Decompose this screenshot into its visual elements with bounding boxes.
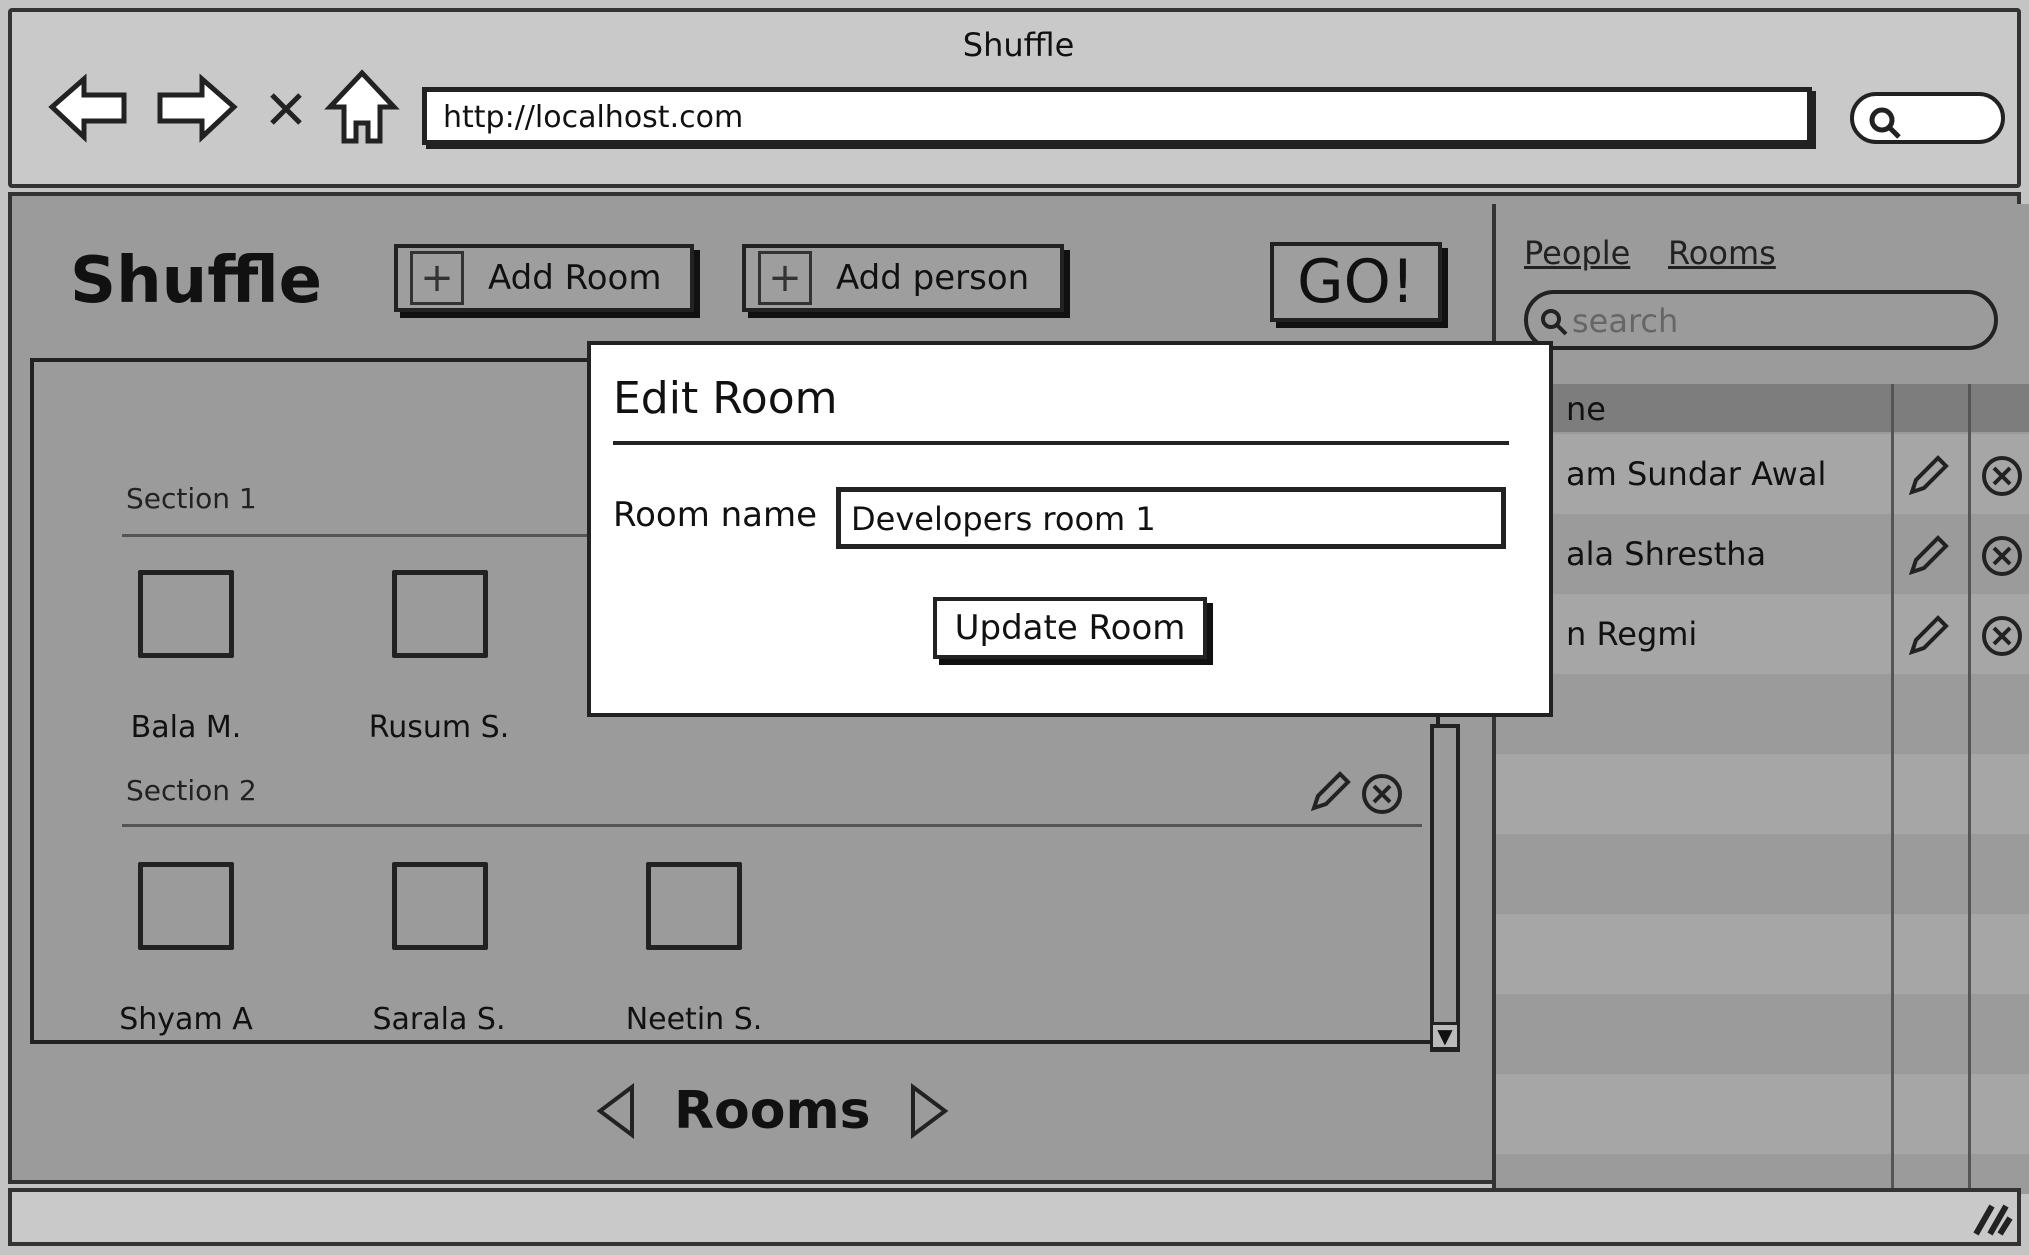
prev-arrow-icon[interactable] xyxy=(592,1081,640,1141)
empty-row xyxy=(1496,754,2029,834)
pencil-icon[interactable] xyxy=(1306,768,1354,816)
person-name-cell: n Regmi xyxy=(1566,615,1698,653)
delete-icon[interactable] xyxy=(1980,454,2024,498)
add-person-label: Add person xyxy=(836,258,1030,298)
pencil-icon[interactable] xyxy=(1904,452,1950,498)
update-room-button[interactable]: Update Room xyxy=(933,597,1207,659)
dialog-title: Edit Room xyxy=(613,373,838,424)
plus-icon: + xyxy=(410,251,464,305)
room-name-label: Room name xyxy=(613,495,818,535)
person-name: Bala M. xyxy=(130,710,242,745)
search-placeholder: search xyxy=(1572,302,1679,340)
url-bar[interactable]: http://localhost.com xyxy=(422,87,1812,145)
add-person-button[interactable]: + Add person xyxy=(742,244,1064,312)
empty-row xyxy=(1496,914,2029,994)
tab-rooms[interactable]: Rooms xyxy=(1668,234,1776,272)
next-arrow-icon[interactable] xyxy=(905,1081,953,1141)
column-header-name: ne xyxy=(1566,390,1606,428)
add-room-button[interactable]: + Add Room xyxy=(394,244,694,312)
table-header: ne xyxy=(1496,384,2029,432)
forward-arrow-icon[interactable] xyxy=(152,67,242,147)
person-card[interactable] xyxy=(646,862,742,950)
search-icon xyxy=(1869,107,1901,139)
person-name: Rusum S. xyxy=(368,710,510,745)
browser-chrome: Shuffle http://localhost.com xyxy=(8,8,2021,188)
window-title: Shuffle xyxy=(962,26,1075,64)
person-name: Sarala S. xyxy=(372,1002,506,1037)
search-icon xyxy=(1541,309,1568,336)
scrollbar[interactable] xyxy=(1430,724,1460,1052)
person-name-cell: ala Shrestha xyxy=(1566,535,1767,573)
delete-icon[interactable] xyxy=(1980,614,2024,658)
resize-grip-icon[interactable] xyxy=(1970,1198,2014,1238)
right-panel: People Rooms search ne am Sundar Awal al… xyxy=(1492,204,2029,1194)
plus-icon: + xyxy=(758,251,812,305)
person-card[interactable] xyxy=(392,570,488,658)
stop-icon[interactable] xyxy=(262,67,312,147)
delete-icon[interactable] xyxy=(1980,534,2024,578)
edit-room-dialog: Edit Room Room name Developers room 1 Up… xyxy=(587,341,1553,717)
browser-search-field[interactable] xyxy=(1850,92,2005,144)
section-divider xyxy=(122,824,1422,827)
column-divider xyxy=(1968,384,1971,1194)
back-arrow-icon[interactable] xyxy=(44,67,134,147)
person-name: Neetin S. xyxy=(625,1002,763,1037)
empty-row xyxy=(1496,1074,2029,1154)
column-divider xyxy=(1891,384,1894,1194)
section-label: Section 2 xyxy=(126,774,257,807)
delete-icon[interactable] xyxy=(1360,772,1406,818)
dialog-divider xyxy=(613,441,1509,445)
scroll-down-icon[interactable]: ▼ xyxy=(1430,1022,1460,1050)
pager-label: Rooms xyxy=(674,1081,871,1141)
status-bar xyxy=(8,1188,2021,1246)
person-card[interactable] xyxy=(392,862,488,950)
pencil-icon[interactable] xyxy=(1904,612,1950,658)
person-name: Shyam A xyxy=(119,1002,253,1037)
go-button[interactable]: GO! xyxy=(1270,242,1442,322)
room-name-input[interactable]: Developers room 1 xyxy=(836,487,1506,549)
add-room-label: Add Room xyxy=(488,258,662,298)
search-input[interactable]: search xyxy=(1524,290,1998,350)
person-card[interactable] xyxy=(138,862,234,950)
pencil-icon[interactable] xyxy=(1904,532,1950,578)
app-title: Shuffle xyxy=(70,244,323,318)
rooms-pager: Rooms xyxy=(592,1076,953,1146)
person-card[interactable] xyxy=(138,570,234,658)
section-label: Section 1 xyxy=(126,482,257,515)
tab-people[interactable]: People xyxy=(1524,234,1630,272)
person-name-cell: am Sundar Awal xyxy=(1566,455,1827,493)
home-icon[interactable] xyxy=(322,67,402,147)
